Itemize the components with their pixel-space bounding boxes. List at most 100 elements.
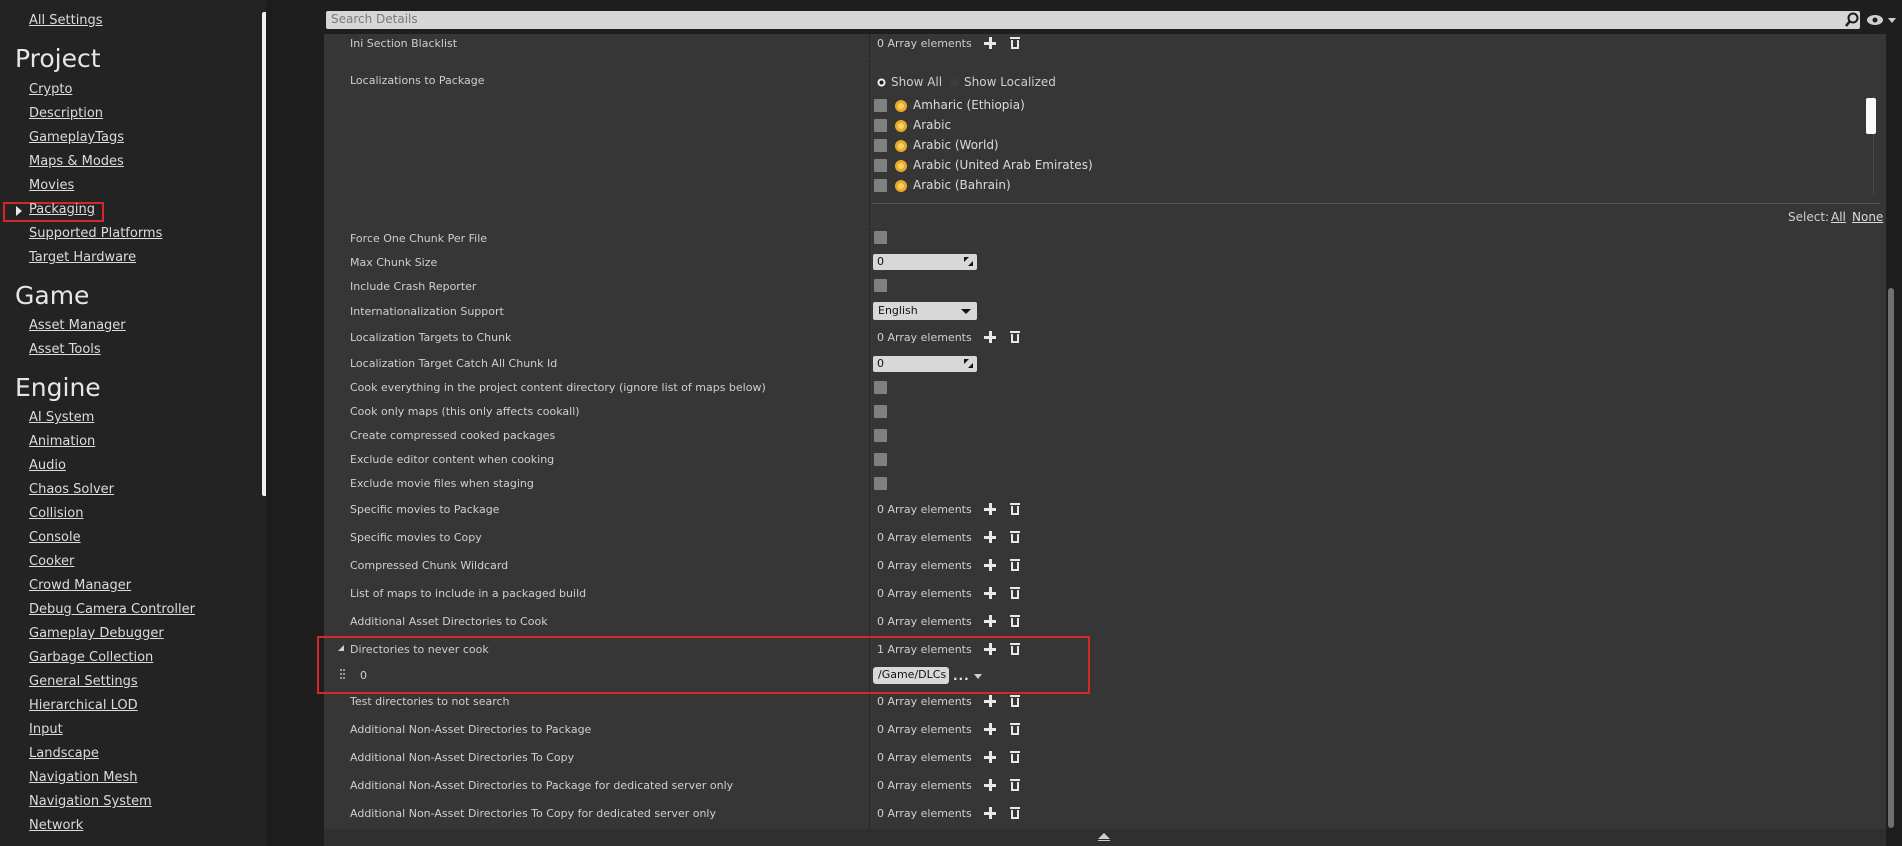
trash-icon[interactable] (1010, 531, 1020, 543)
add-element-icon[interactable] (984, 531, 996, 543)
add-element-icon[interactable] (984, 503, 996, 515)
add-element-icon[interactable] (984, 751, 996, 763)
trash-icon[interactable] (1010, 779, 1020, 791)
scrollbar-thumb[interactable] (1888, 288, 1894, 828)
sidebar-item-chaos-solver[interactable]: Chaos Solver (29, 482, 114, 497)
select-none-link[interactable]: None (1852, 210, 1883, 224)
sidebar-item-network[interactable]: Network (29, 818, 83, 833)
add-element-icon[interactable] (984, 559, 996, 571)
search-input[interactable]: Search Details (326, 11, 1860, 29)
add-element-icon[interactable] (984, 723, 996, 735)
sidebar-item-description[interactable]: Description (29, 106, 103, 121)
trash-icon[interactable] (1010, 503, 1020, 515)
properties-panel (324, 34, 1886, 831)
sidebar-item-ai-system[interactable]: AI System (29, 410, 94, 425)
sidebar-item-gameplay-debugger[interactable]: Gameplay Debugger (29, 626, 164, 641)
exclude-editor-checkbox[interactable] (874, 453, 887, 466)
sidebar-item-hierarchical-lod[interactable]: Hierarchical LOD (29, 698, 138, 713)
cook-only-maps-checkbox[interactable] (874, 405, 887, 418)
sidebar-item-landscape[interactable]: Landscape (29, 746, 99, 761)
panel-scrollbar[interactable] (1887, 34, 1895, 831)
drag-value-icon[interactable] (964, 257, 973, 266)
exclude-movie-checkbox[interactable] (874, 477, 887, 490)
sidebar-item-general-settings[interactable]: General Settings (29, 674, 138, 689)
trash-icon[interactable] (1010, 751, 1020, 763)
sidebar-item-supported-platforms[interactable]: Supported Platforms (29, 226, 162, 241)
sidebar-item-target-hardware[interactable]: Target Hardware (29, 250, 136, 265)
chevron-down-icon (961, 309, 971, 314)
drag-handle-icon[interactable] (340, 669, 345, 682)
add-element-icon[interactable] (984, 695, 996, 707)
trash-icon[interactable] (1010, 37, 1020, 49)
language-checkbox[interactable] (874, 179, 887, 192)
add-element-icon[interactable] (984, 587, 996, 599)
trash-icon[interactable] (1010, 695, 1020, 707)
collapse-arrow-icon[interactable] (338, 645, 344, 651)
sidebar-item-garbage-collection[interactable]: Garbage Collection (29, 650, 153, 665)
radio-show-all[interactable] (877, 78, 886, 87)
sidebar-item-debug-camera-controller[interactable]: Debug Camera Controller (29, 602, 195, 617)
sidebar-item-maps-modes[interactable]: Maps & Modes (29, 154, 124, 169)
eye-visibility-icon[interactable] (1866, 14, 1896, 26)
column-splitter[interactable] (869, 34, 870, 829)
language-checkbox[interactable] (874, 119, 887, 132)
chevron-down-icon[interactable] (974, 674, 982, 679)
internationalization-dropdown[interactable]: English (873, 302, 977, 320)
show-localized-label[interactable]: Show Localized (964, 75, 1056, 89)
sidebar-item-asset-tools[interactable]: Asset Tools (29, 342, 101, 357)
cook-everything-checkbox[interactable] (874, 381, 887, 394)
sidebar-item-packaging[interactable]: Packaging (29, 202, 95, 217)
trash-icon[interactable] (1010, 643, 1020, 655)
sidebar-item-asset-manager[interactable]: Asset Manager (29, 318, 126, 333)
sidebar-item-movies[interactable]: Movies (29, 178, 74, 193)
sidebar-item-gameplaytags[interactable]: GameplayTags (29, 130, 124, 145)
sidebar-item-console[interactable]: Console (29, 530, 81, 545)
trash-icon[interactable] (1010, 587, 1020, 599)
trash-icon[interactable] (1010, 807, 1020, 819)
trash-icon[interactable] (1010, 559, 1020, 571)
sidebar-item-crypto[interactable]: Crypto (29, 82, 72, 97)
language-list-scrollbar[interactable] (1866, 98, 1876, 134)
include-crash-reporter-checkbox[interactable] (874, 279, 887, 292)
trash-icon[interactable] (1010, 331, 1020, 343)
collapse-up-icon[interactable] (1098, 833, 1110, 841)
specific-movies-package-value: 0 Array elements (877, 503, 972, 516)
all-settings-link[interactable]: All Settings (29, 13, 103, 28)
sidebar-item-navigation-mesh[interactable]: Navigation Mesh (29, 770, 137, 785)
sidebar-item-cooker[interactable]: Cooker (29, 554, 74, 569)
sidebar-item-collision[interactable]: Collision (29, 506, 83, 521)
select-all-link[interactable]: All (1831, 210, 1846, 224)
add-element-icon[interactable] (984, 37, 996, 49)
language-checkbox[interactable] (874, 99, 887, 112)
language-checkbox[interactable] (874, 139, 887, 152)
sidebar-item-crowd-manager[interactable]: Crowd Manager (29, 578, 131, 593)
add-element-icon[interactable] (984, 779, 996, 791)
directory-path-field[interactable]: /Game/DLCs (873, 667, 949, 684)
trash-icon[interactable] (1010, 723, 1020, 735)
show-all-label[interactable]: Show All (891, 75, 942, 89)
max-chunk-size-value: 0 (877, 255, 884, 268)
add-element-icon[interactable] (984, 331, 996, 343)
add-element-icon[interactable] (984, 643, 996, 655)
max-chunk-size-field[interactable]: 0 (873, 254, 977, 270)
trash-icon[interactable] (1010, 615, 1020, 627)
sidebar-item-navigation-system[interactable]: Navigation System (29, 794, 152, 809)
search-icon[interactable] (1845, 12, 1859, 28)
loc-catch-all-field[interactable]: 0 (873, 356, 977, 372)
sidebar-item-animation[interactable]: Animation (29, 434, 95, 449)
radio-show-localized[interactable] (950, 78, 959, 87)
addl-nonasset-copy-value: 0 Array elements (877, 751, 972, 764)
force-one-chunk-checkbox[interactable] (874, 231, 887, 244)
add-element-icon[interactable] (984, 615, 996, 627)
expand-arrow-icon[interactable] (16, 206, 22, 216)
create-compressed-checkbox[interactable] (874, 429, 887, 442)
language-checkbox[interactable] (874, 159, 887, 172)
exclude-movie-label: Exclude movie files when staging (350, 477, 534, 490)
addl-nonasset-package-label: Additional Non-Asset Directories to Pack… (350, 723, 592, 736)
sidebar-item-input[interactable]: Input (29, 722, 63, 737)
sidebar-item-audio[interactable]: Audio (29, 458, 66, 473)
loc-catch-all-label: Localization Target Catch All Chunk Id (350, 357, 558, 370)
add-element-icon[interactable] (984, 807, 996, 819)
browse-button[interactable]: ... (953, 669, 970, 683)
drag-value-icon[interactable] (964, 359, 973, 368)
